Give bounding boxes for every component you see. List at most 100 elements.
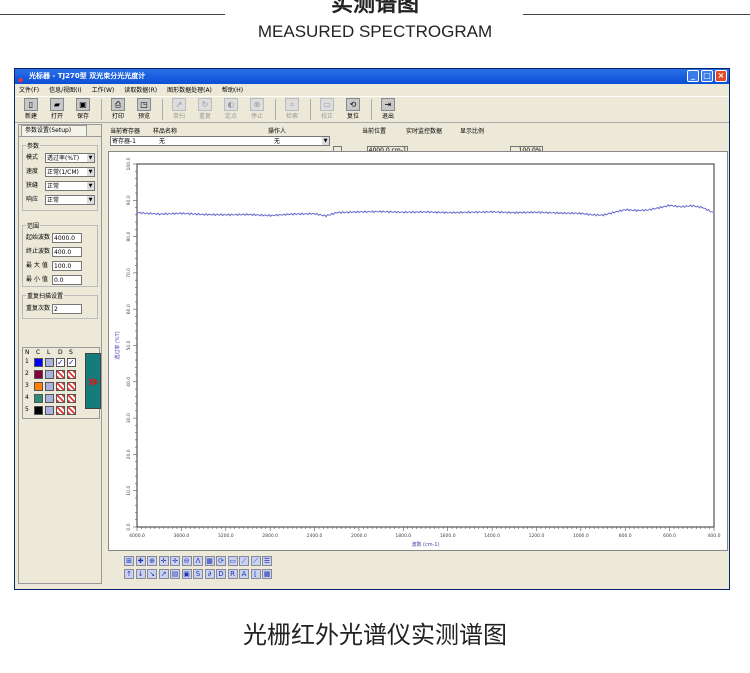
data-point	[447, 212, 449, 214]
frame-tool-icon[interactable]: ▭	[227, 556, 238, 566]
params-select[interactable]: 正常 ▼	[45, 195, 95, 205]
spectrum-chart-area[interactable]: 0.0 10.0 20.0 30.0 40.0 50.0 60.0 70.0 80.0 90.0 1…	[108, 151, 728, 551]
graph-tools-toolbar: ⊞ ✚ ⊕ ✛ ✛ ⊖ Ʌ ▦ ⟳ ▭ ⟋ ⟋ ☰ ↑ ↓ ↘ ↗ ▤ ▣ S ∂ D R A ⌊ ▦	[108, 554, 728, 588]
crosshair-tool-icon[interactable]: ✚	[135, 556, 146, 566]
line-style-swatch[interactable]	[45, 406, 54, 415]
field-value: 100.0	[54, 263, 72, 270]
peak-tool-icon[interactable]: Ʌ	[193, 556, 203, 566]
toolbar-button-save[interactable]: ▣ 保存	[71, 97, 95, 122]
toolbar-button-repeat-scan[interactable]: ↻ 重复	[193, 97, 217, 122]
params-select[interactable]: 正常(1/CM) ▼	[45, 167, 95, 177]
params-select[interactable]: 透过率(%T) ▼	[45, 153, 95, 163]
dropdown-arrow-icon[interactable]: ▼	[87, 168, 94, 176]
toolbar-button-fixed-point[interactable]: ◐ 定点	[219, 97, 243, 122]
sm-tool-icon[interactable]: S	[193, 569, 203, 579]
menu-item[interactable]: 文件(F)	[19, 87, 39, 94]
zoom-in-tool-icon[interactable]: ⊕	[147, 556, 157, 566]
range-input[interactable]: 400.0	[52, 247, 82, 257]
unchecked-icon[interactable]	[67, 394, 76, 403]
params-label: 模式	[26, 154, 39, 161]
expand-arrow-button[interactable]: »	[85, 353, 101, 409]
toolbar-button-preview[interactable]: ◳ 预览	[132, 97, 156, 122]
move-v-tool-icon[interactable]: ✛	[170, 556, 180, 566]
curve-tool-icon[interactable]: ↘	[147, 569, 157, 579]
table-tool-icon[interactable]: ▤	[170, 569, 180, 579]
register-select[interactable]: 寄存器-1 无 无 ▼	[110, 136, 330, 146]
range-input[interactable]: 4000.0	[52, 233, 82, 243]
toolbar-button-single-scan[interactable]: ↗ 单扫	[167, 97, 191, 122]
refresh-tool-icon[interactable]: ⟳	[216, 556, 226, 566]
dropdown-arrow-icon[interactable]: ▼	[87, 196, 94, 204]
baseline-tool-icon[interactable]: ⌊	[250, 569, 261, 579]
tab-setup[interactable]: 参数设置(Setup)	[21, 125, 87, 136]
y-tick-label: 50.0	[126, 340, 132, 350]
toolbar-button-reset[interactable]: ⟲ 复位	[341, 97, 365, 122]
toolbar-button-stop[interactable]: ⊗ 停止	[245, 97, 269, 122]
toolbar-button-exit[interactable]: ⇥ 退出	[376, 97, 400, 122]
data-point	[702, 207, 704, 208]
range-row: 终止波数 400.0	[26, 247, 82, 257]
dropdown-arrow-icon[interactable]: ▼	[87, 182, 94, 190]
line-style-swatch[interactable]	[45, 394, 54, 403]
data-point	[291, 213, 293, 215]
slope-l-tool-icon[interactable]: ⟋	[239, 556, 249, 566]
dotgrid-tool-icon[interactable]: ▦	[262, 569, 272, 579]
dropdown-arrow-icon[interactable]: ▼	[322, 137, 329, 145]
toolbar-button-search[interactable]: ⌕ 检索	[280, 97, 304, 122]
repeat-count-input[interactable]: 2	[52, 304, 82, 314]
curve-color-swatch[interactable]	[34, 370, 43, 379]
color-table-header: N	[25, 349, 30, 356]
unchecked-icon[interactable]	[67, 406, 76, 415]
minimize-button[interactable]: _	[687, 70, 699, 82]
params-select[interactable]: 正常 ▼	[45, 181, 95, 191]
ai-tool-icon[interactable]: A	[239, 569, 249, 579]
menu-item[interactable]: 图形数据处理(A)	[167, 87, 212, 94]
grid-tool-icon[interactable]: ▦	[204, 556, 215, 566]
curve-color-swatch[interactable]	[34, 406, 43, 415]
range-input[interactable]: 100.0	[52, 261, 82, 271]
fill-tool-icon[interactable]: ▣	[181, 569, 192, 579]
list-tool-icon[interactable]: ☰	[262, 556, 272, 566]
close-button[interactable]: ×	[715, 70, 727, 82]
maximize-button[interactable]: □	[701, 70, 713, 82]
data-point	[602, 214, 604, 216]
unchecked-icon[interactable]	[56, 406, 65, 415]
line-style-swatch[interactable]	[45, 358, 54, 367]
x-tick-label: 4000.0	[129, 533, 145, 539]
ratio-tool-icon[interactable]: R	[227, 569, 238, 579]
line-style-swatch[interactable]	[45, 370, 54, 379]
range-input[interactable]: 0.0	[52, 275, 82, 285]
dropdown-arrow-icon[interactable]: ▼	[87, 154, 94, 162]
deriv-tool-icon[interactable]: ∂	[204, 569, 215, 579]
curve-color-swatch[interactable]	[34, 358, 43, 367]
toolbar-button-print[interactable]: ⎙ 打印	[106, 97, 130, 122]
unchecked-icon[interactable]	[56, 370, 65, 379]
unchecked-icon[interactable]	[56, 382, 65, 391]
y-tick-label: 40.0	[126, 377, 132, 387]
zoom-box-tool-icon[interactable]: ⊞	[124, 556, 134, 566]
unchecked-icon[interactable]	[67, 382, 76, 391]
curve-color-swatch[interactable]	[34, 382, 43, 391]
line-style-swatch[interactable]	[45, 382, 54, 391]
checked-icon[interactable]: ✓	[56, 358, 65, 367]
unchecked-icon[interactable]	[56, 394, 65, 403]
menu-item[interactable]: 工作(W)	[92, 87, 115, 94]
data-point	[469, 211, 471, 213]
menu-item[interactable]: 帮助(H)	[222, 87, 243, 94]
toolbar-button-new-file[interactable]: ▯ 新建	[19, 97, 43, 122]
zoom-out-tool-icon[interactable]: ⊖	[181, 556, 192, 566]
curve-color-swatch[interactable]	[34, 394, 43, 403]
down-tool-icon[interactable]: ↓	[135, 569, 146, 579]
menu-item[interactable]: 信息/视图(I)	[49, 87, 81, 94]
toolbar-button-open-folder[interactable]: ▰ 打开	[45, 97, 69, 122]
smooth-tool-icon[interactable]: ↗	[158, 569, 169, 579]
toolbar-button-calibrate[interactable]: ▭ 校正	[315, 97, 339, 122]
up-tool-icon[interactable]: ↑	[124, 569, 134, 579]
plot-frame	[136, 163, 715, 528]
slope-r-tool-icon[interactable]: ⟋	[250, 556, 261, 566]
checked-icon[interactable]: ✓	[67, 358, 76, 367]
move-h-tool-icon[interactable]: ✛	[158, 556, 169, 566]
menu-item[interactable]: 读取数据(R)	[124, 87, 157, 94]
unchecked-icon[interactable]	[67, 370, 76, 379]
d-tool-icon[interactable]: D	[216, 569, 226, 579]
